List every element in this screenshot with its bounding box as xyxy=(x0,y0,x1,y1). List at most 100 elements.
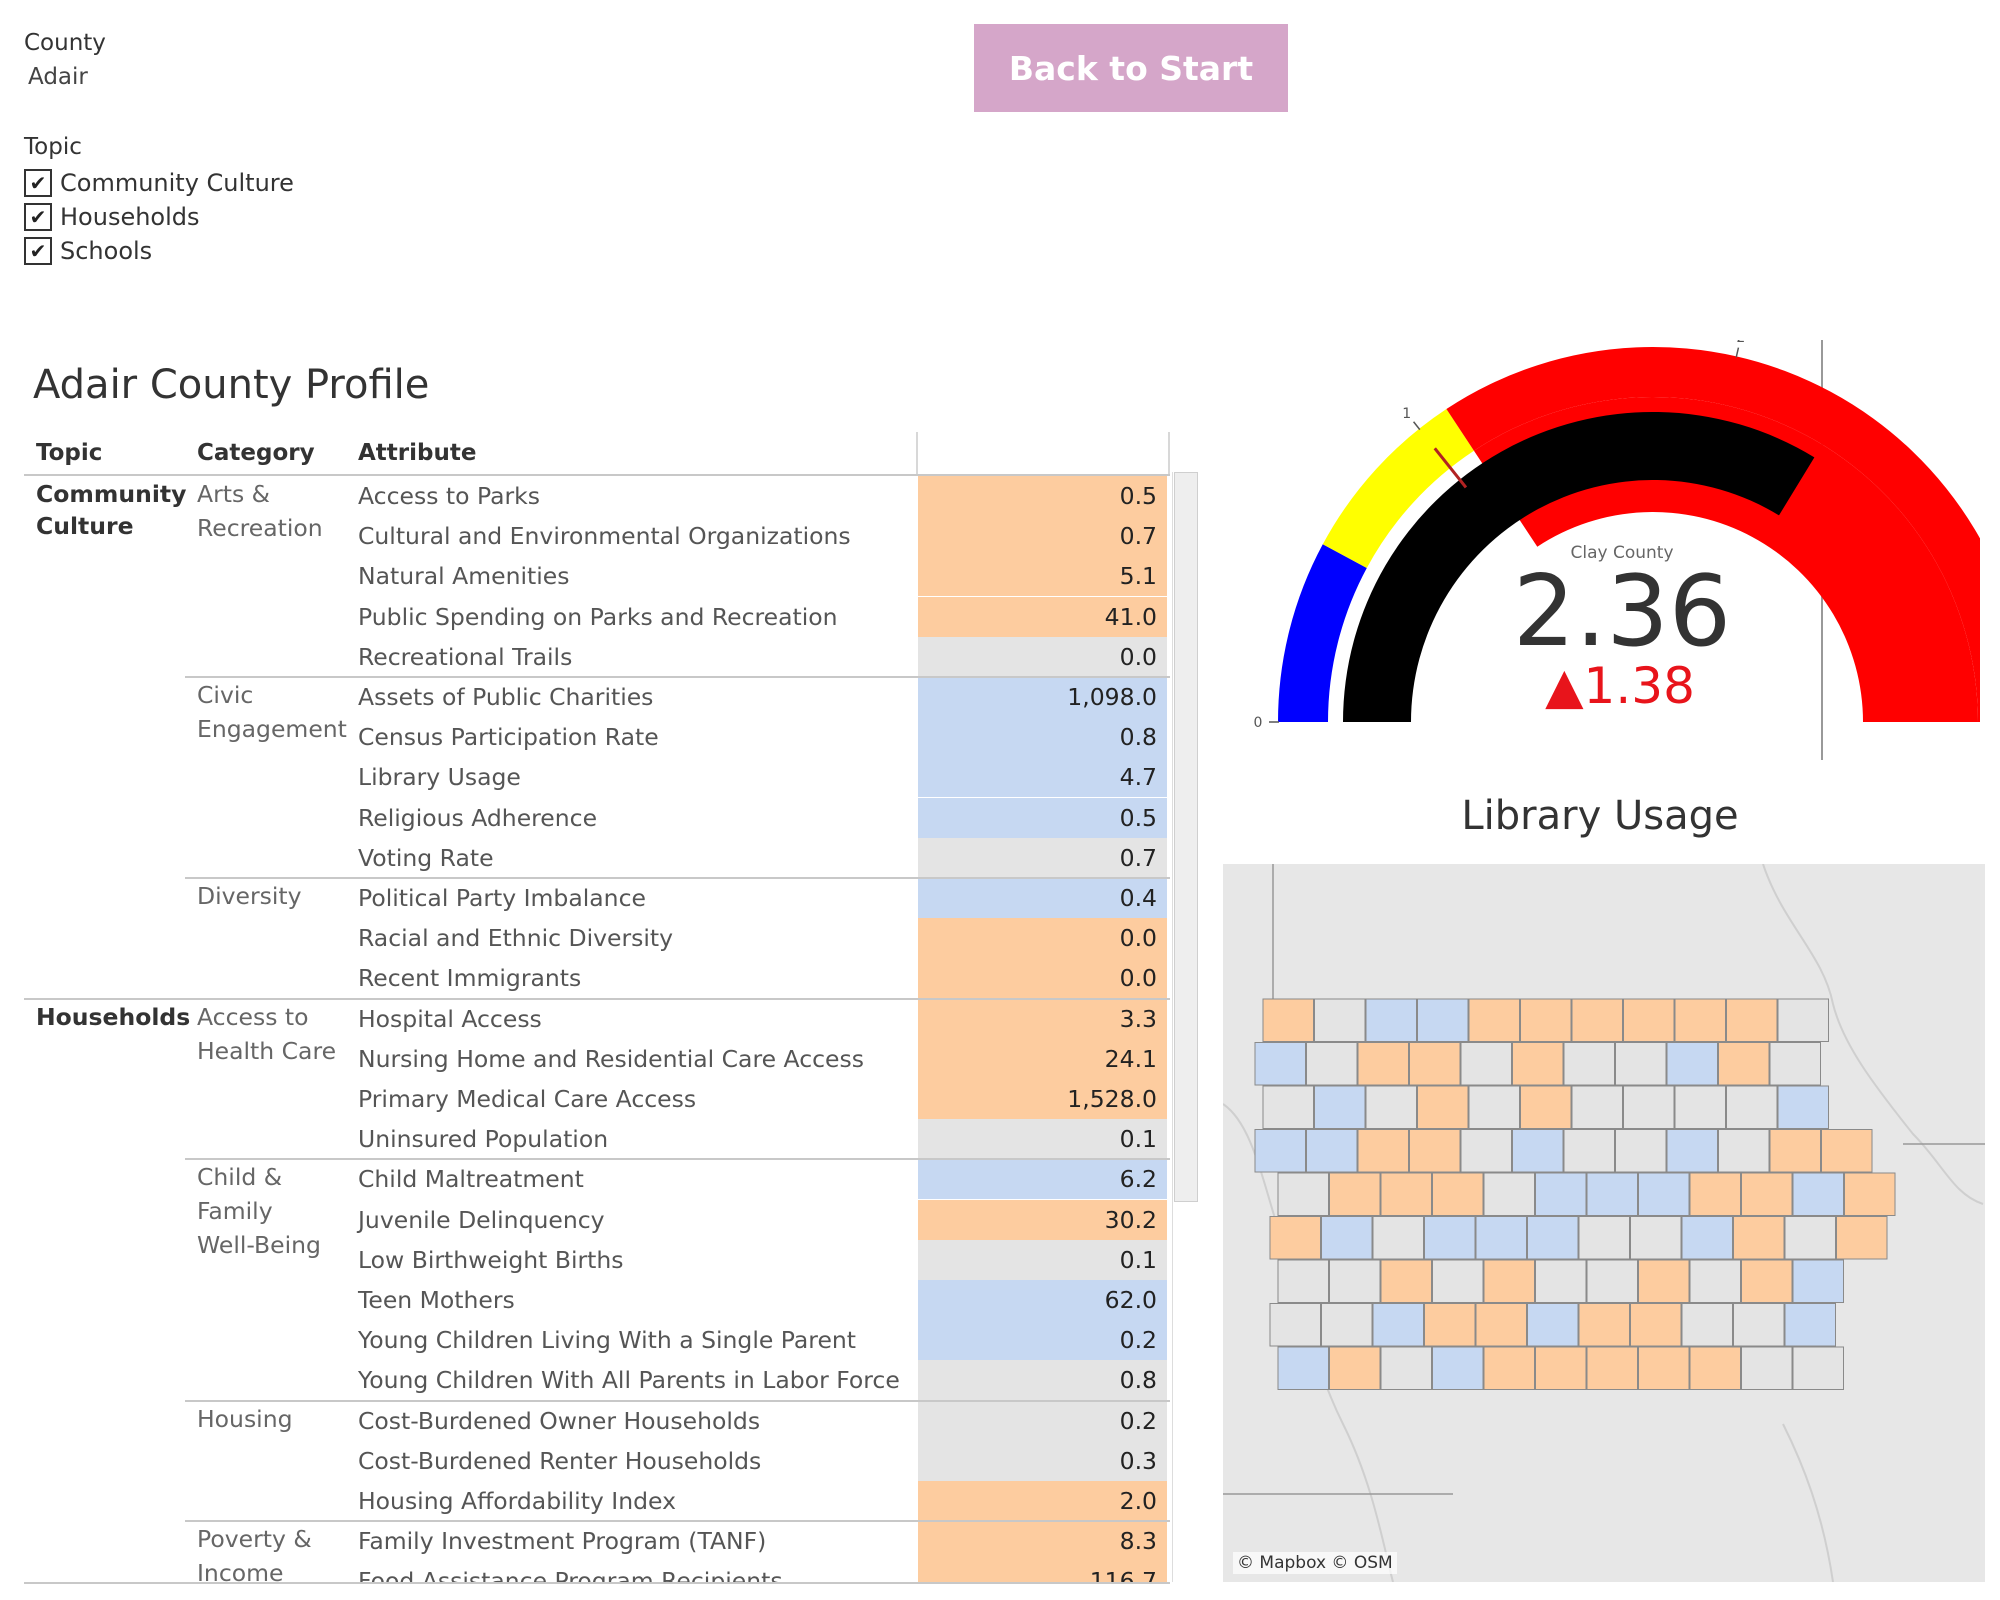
county-shape xyxy=(1623,1085,1675,1129)
value-cell[interactable]: 0.2 xyxy=(918,1320,1167,1361)
header-attribute[interactable]: Attribute xyxy=(358,440,476,466)
value-cell[interactable]: 0.3 xyxy=(918,1440,1167,1481)
value-cell[interactable]: 30.2 xyxy=(918,1199,1167,1240)
value-cell[interactable]: 5.1 xyxy=(918,556,1167,597)
value-cell[interactable]: 62.0 xyxy=(918,1280,1167,1320)
table-row[interactable]: Cultural and Environmental Organizations… xyxy=(24,516,1170,557)
checkbox-checked-icon[interactable]: ✔ xyxy=(24,169,52,197)
value-cell[interactable]: 8.3 xyxy=(918,1521,1167,1562)
value-cell[interactable]: 0.1 xyxy=(918,1119,1167,1160)
table-row[interactable]: Public Spending on Parks and Recreation 4… xyxy=(24,596,1170,637)
county-shape xyxy=(1777,1085,1829,1129)
value-cell[interactable]: 0.0 xyxy=(918,918,1167,959)
header-topic[interactable]: Topic xyxy=(36,440,102,466)
table-row[interactable]: Access to Parks 0.5 xyxy=(24,476,1170,516)
attribute-cell: Teen Mothers xyxy=(358,1286,515,1314)
header-category[interactable]: Category xyxy=(197,440,315,466)
value-cell[interactable]: 3.3 xyxy=(918,998,1167,1039)
value-cell[interactable]: 24.1 xyxy=(918,1038,1167,1079)
category-label: Poverty & xyxy=(197,1525,312,1554)
county-shape xyxy=(1475,1216,1527,1260)
topic-option-schools[interactable]: ✔ Schools xyxy=(24,234,294,268)
value-cell[interactable]: 41.0 xyxy=(918,596,1167,637)
table-row[interactable]: Child Maltreatment 6.2 xyxy=(24,1159,1170,1200)
table-row[interactable]: Political Party Imbalance 0.4 xyxy=(24,878,1170,918)
table-row[interactable]: Housing Affordability Index 2.0 xyxy=(24,1481,1170,1521)
county-shape xyxy=(1821,1129,1873,1173)
value-cell[interactable]: 0.0 xyxy=(918,958,1167,999)
value-cell[interactable]: 0.8 xyxy=(918,1360,1167,1401)
table-row[interactable]: Hospital Access 3.3 xyxy=(24,998,1170,1039)
table-row[interactable]: Cost-Burdened Owner Households 0.2 xyxy=(24,1400,1170,1441)
county-shape xyxy=(1277,1172,1329,1216)
county-shape xyxy=(1483,1346,1535,1390)
county-shape xyxy=(1792,1259,1844,1303)
county-shape xyxy=(1836,1216,1888,1260)
topic-option-label: Schools xyxy=(60,237,153,265)
county-shape xyxy=(1741,1346,1793,1390)
value-cell[interactable]: 0.1 xyxy=(918,1239,1167,1280)
table-row[interactable]: Young Children With All Parents in Labor… xyxy=(24,1360,1170,1401)
table-row[interactable]: Voting Rate 0.7 xyxy=(24,837,1170,878)
county-shape xyxy=(1733,1216,1785,1260)
value-cell[interactable]: 2.0 xyxy=(918,1481,1167,1521)
county-shape xyxy=(1792,1172,1844,1216)
value-cell[interactable]: 0.0 xyxy=(918,636,1167,677)
category-label: Child & xyxy=(197,1163,283,1192)
table-row[interactable]: Cost-Burdened Renter Households 0.3 xyxy=(24,1440,1170,1481)
back-to-start-button[interactable]: Back to Start xyxy=(974,24,1288,112)
county-shape xyxy=(1468,998,1520,1042)
value-cell[interactable]: 0.5 xyxy=(918,797,1167,838)
map-attribution[interactable]: © Mapbox © OSM xyxy=(1233,1552,1397,1574)
value-cell[interactable]: 1,528.0 xyxy=(918,1079,1167,1119)
county-shape xyxy=(1638,1346,1690,1390)
table-row[interactable]: Natural Amenities 5.1 xyxy=(24,556,1170,597)
value-cell[interactable]: 0.2 xyxy=(918,1400,1167,1441)
iowa-county-map[interactable] xyxy=(1223,864,1985,1582)
value-cell[interactable]: 0.4 xyxy=(918,878,1167,918)
county-shape xyxy=(1314,1085,1366,1129)
table-row[interactable]: Teen Mothers 62.0 xyxy=(24,1280,1170,1320)
table-row[interactable]: Racial and Ethnic Diversity 0.0 xyxy=(24,918,1170,959)
county-shape xyxy=(1277,1346,1329,1390)
table-row[interactable]: Nursing Home and Residential Care Access… xyxy=(24,1038,1170,1079)
table-row[interactable]: Juvenile Delinquency 30.2 xyxy=(24,1199,1170,1240)
value-cell[interactable]: 0.7 xyxy=(918,837,1167,878)
table-row[interactable]: Recent Immigrants 0.0 xyxy=(24,958,1170,999)
table-row[interactable]: Census Participation Rate 0.8 xyxy=(24,717,1170,758)
value-cell[interactable]: 116.7 xyxy=(918,1561,1167,1584)
value-cell[interactable]: 1,098.0 xyxy=(918,677,1167,717)
table-row[interactable]: Low Birthweight Births 0.1 xyxy=(24,1239,1170,1280)
table-row[interactable]: Recreational Trails 0.0 xyxy=(24,636,1170,677)
table-row[interactable]: Food Assistance Program Recipients 116.7 xyxy=(24,1561,1170,1584)
county-shape xyxy=(1718,1042,1770,1086)
county-shape xyxy=(1329,1172,1381,1216)
county-filter-value[interactable]: Adair xyxy=(28,64,88,90)
value-cell[interactable]: 0.7 xyxy=(918,516,1167,557)
value-cell[interactable]: 0.8 xyxy=(918,717,1167,758)
county-shape xyxy=(1578,1216,1630,1260)
county-shape xyxy=(1417,1085,1469,1129)
table-row[interactable]: Family Investment Program (TANF) 8.3 xyxy=(24,1521,1170,1562)
table-row[interactable]: Assets of Public Charities 1,098.0 xyxy=(24,677,1170,717)
library-usage-map[interactable]: © Mapbox © OSM xyxy=(1223,864,1985,1582)
profile-title: Adair County Profile xyxy=(33,362,430,408)
county-shape xyxy=(1563,1129,1615,1173)
checkbox-checked-icon[interactable]: ✔ xyxy=(24,203,52,231)
table-row[interactable]: Library Usage 4.7 xyxy=(24,757,1170,798)
attribute-cell: Primary Medical Care Access xyxy=(358,1085,697,1113)
attribute-cell: Low Birthweight Births xyxy=(358,1245,624,1274)
table-scrollbar-thumb[interactable] xyxy=(1174,472,1198,1202)
table-row[interactable]: Young Children Living With a Single Pare… xyxy=(24,1320,1170,1361)
county-shape xyxy=(1432,1172,1484,1216)
table-row[interactable]: Uninsured Population 0.1 xyxy=(24,1119,1170,1160)
county-shape xyxy=(1269,1303,1321,1347)
value-cell[interactable]: 0.5 xyxy=(918,476,1167,516)
topic-option-community-culture[interactable]: ✔ Community Culture xyxy=(24,166,294,200)
table-row[interactable]: Primary Medical Care Access 1,528.0 xyxy=(24,1079,1170,1119)
table-row[interactable]: Religious Adherence 0.5 xyxy=(24,797,1170,838)
checkbox-checked-icon[interactable]: ✔ xyxy=(24,237,52,265)
value-cell[interactable]: 4.7 xyxy=(918,757,1167,798)
topic-option-households[interactable]: ✔ Households xyxy=(24,200,294,234)
value-cell[interactable]: 6.2 xyxy=(918,1159,1167,1200)
